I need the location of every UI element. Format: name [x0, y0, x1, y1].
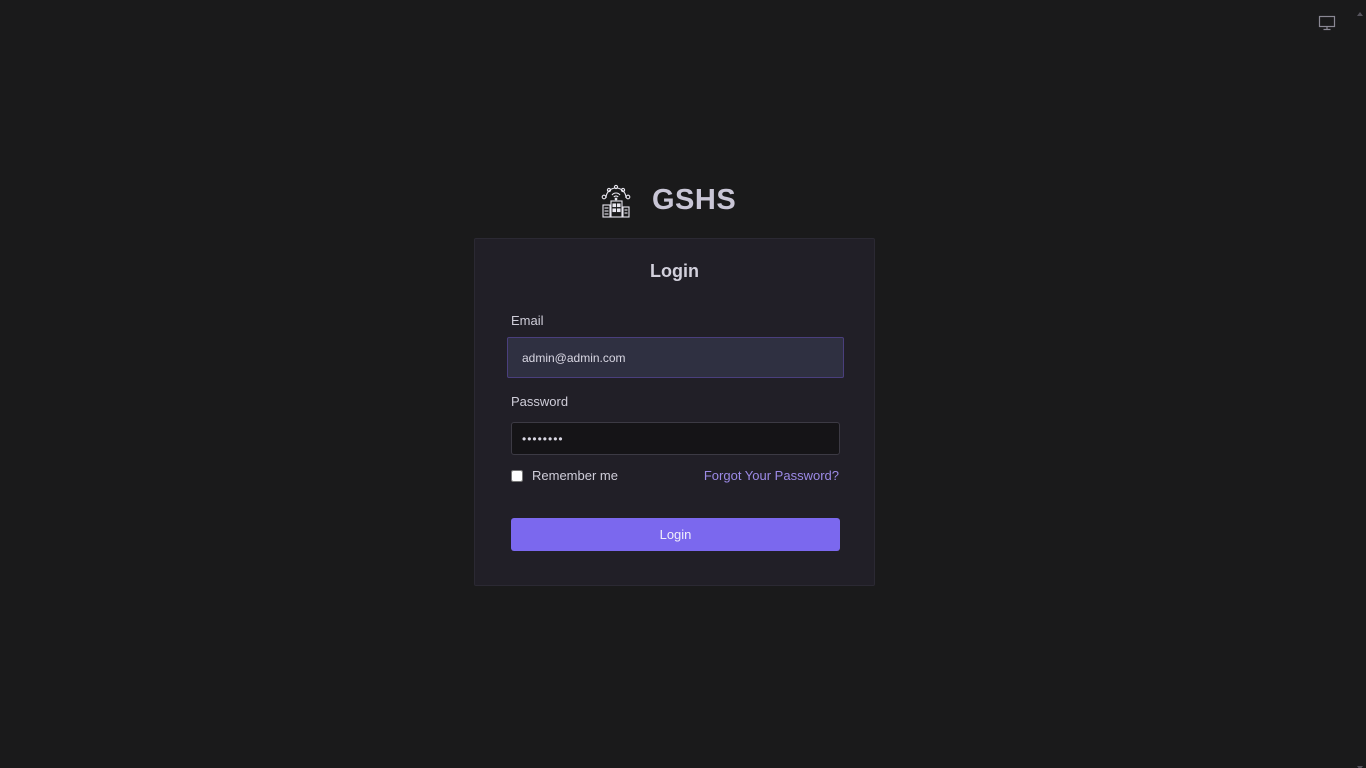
login-title: Login	[650, 261, 699, 281]
remember-me-checkbox[interactable]	[511, 469, 523, 482]
scroll-up-arrow-icon[interactable]	[1356, 4, 1364, 16]
brand: GSHS	[601, 180, 736, 220]
email-input[interactable]	[507, 337, 844, 378]
smart-building-icon	[601, 182, 631, 218]
email-label: Email	[511, 313, 544, 328]
monitor-icon[interactable]	[1318, 15, 1336, 31]
login-page: GSHS Login Email Password Remember me Fo…	[0, 0, 1366, 768]
scroll-down-arrow-icon[interactable]	[1356, 758, 1364, 768]
password-input[interactable]	[511, 422, 840, 455]
forgot-password-link[interactable]: Forgot Your Password?	[704, 468, 839, 483]
brand-name: GSHS	[652, 183, 737, 216]
login-button[interactable]: Login	[511, 518, 840, 551]
password-label: Password	[511, 394, 569, 409]
remember-me[interactable]: Remember me	[511, 468, 618, 483]
login-card: Login Email Password Remember me Forgot …	[474, 238, 875, 586]
remember-me-label[interactable]: Remember me	[532, 468, 618, 483]
